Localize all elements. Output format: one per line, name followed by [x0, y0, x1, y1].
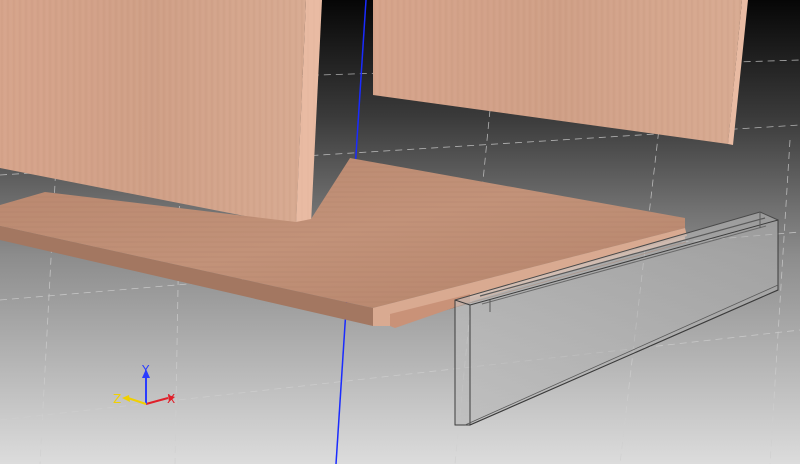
- triad-x-label: X: [167, 392, 175, 406]
- scene-canvas[interactable]: X Y Z: [0, 0, 800, 464]
- triad-z-label: Z: [113, 392, 121, 406]
- triad-y-label: Y: [141, 363, 150, 377]
- 3d-viewport[interactable]: X Y Z: [0, 0, 800, 464]
